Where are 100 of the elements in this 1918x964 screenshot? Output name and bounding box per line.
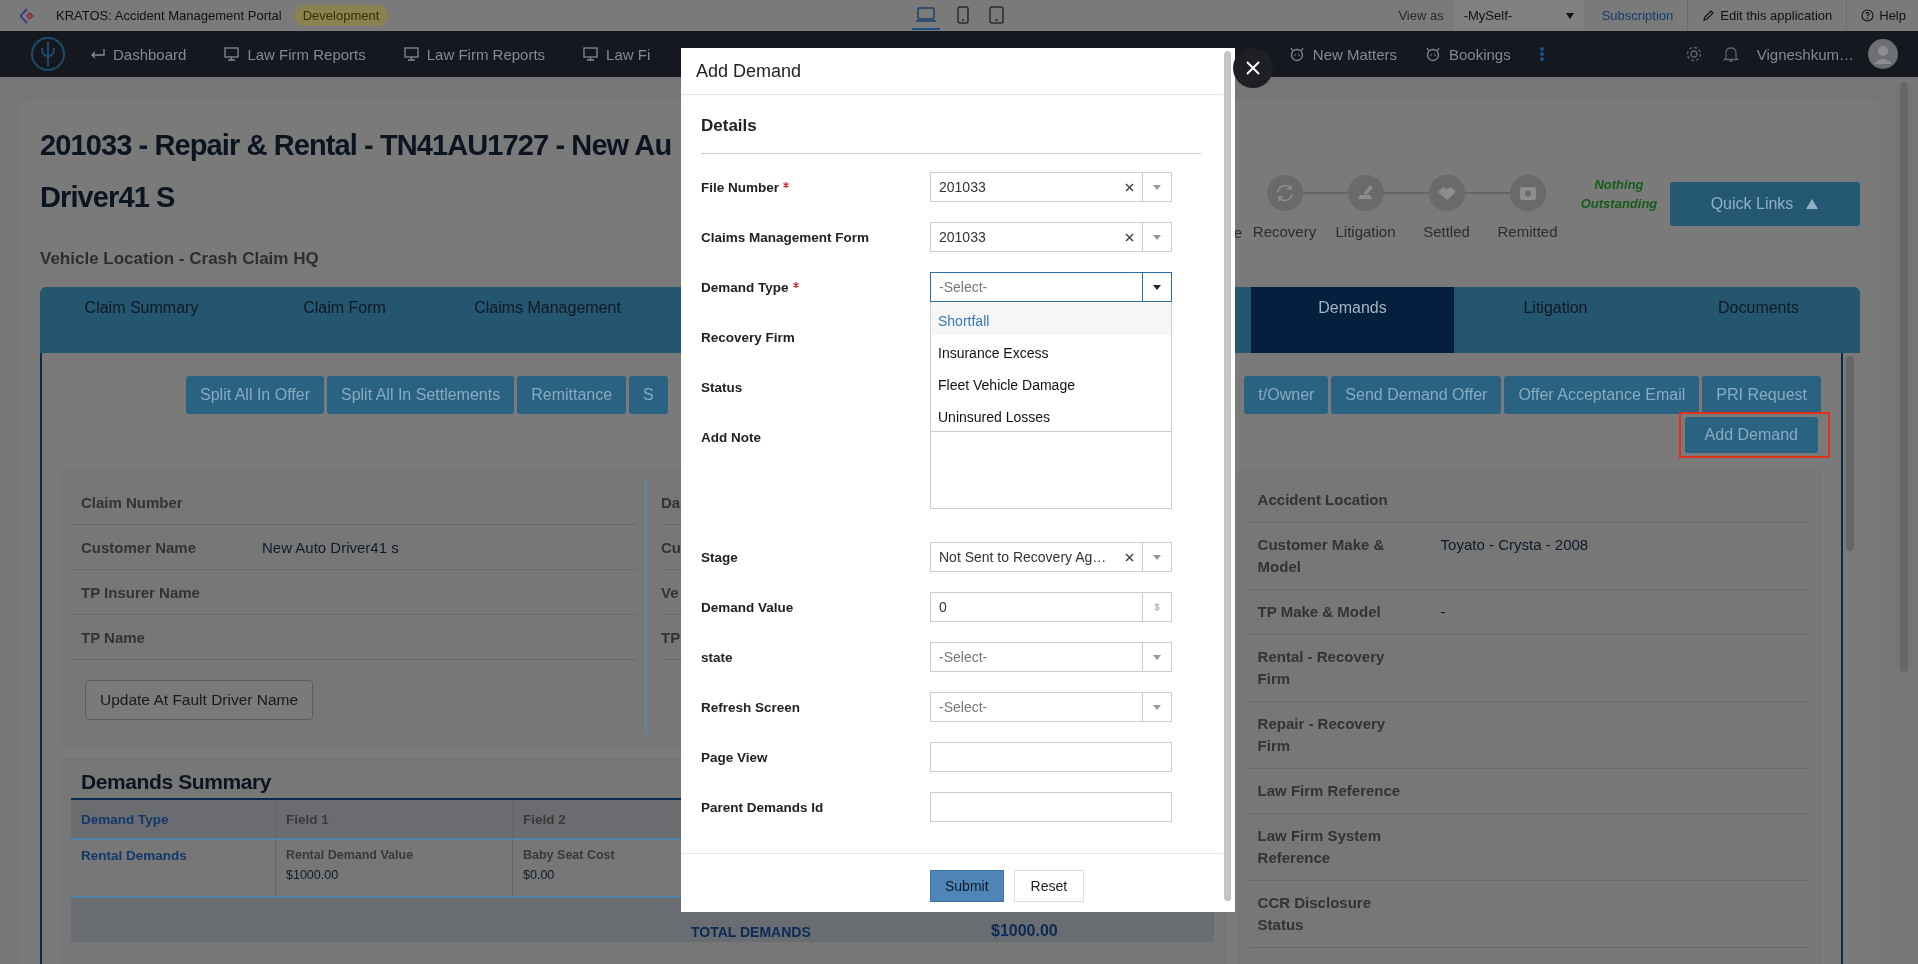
app-logo-icon[interactable] — [18, 6, 36, 25]
field-label: Rental - Recovery Firm — [1257, 647, 1386, 689]
user-name[interactable]: Vigneshkum… — [1756, 45, 1854, 63]
form-label: Demand Type — [701, 280, 789, 295]
field-label: Accident Location — [1257, 490, 1389, 510]
action-button[interactable]: t/Owner — [1244, 376, 1329, 414]
field-value: Toyato - Crysta - 2008 — [1440, 535, 1589, 555]
form-label: Claims Management Form — [701, 230, 870, 245]
field-name: Rental Demand Value — [286, 848, 415, 862]
claim-title: Driver41 S — [40, 180, 176, 215]
form-label: state — [701, 650, 733, 665]
help-link[interactable]: Help — [1847, 0, 1918, 31]
submit-button[interactable]: Submit — [930, 870, 1004, 902]
action-button[interactable]: Split All In Settlements — [327, 376, 515, 414]
face-icon — [1288, 46, 1305, 62]
nav-link[interactable]: New Matters — [1288, 45, 1397, 63]
notifications-bell-icon[interactable] — [1722, 45, 1739, 63]
monitor-icon — [224, 47, 240, 61]
vehicle-location: Vehicle Location - Crash Claim HQ — [40, 249, 320, 269]
caret-icon — [1153, 234, 1161, 240]
field-value: - — [1440, 602, 1446, 622]
action-button[interactable]: Remittance — [517, 376, 627, 414]
nav-link[interactable]: Dashboard — [90, 45, 187, 63]
settings-icon[interactable] — [1684, 45, 1703, 63]
amount-field[interactable]: 0 $ — [930, 592, 1172, 622]
app-title: KRATOS: Accident Management Portal — [56, 8, 282, 23]
select-field[interactable]: -Select- — [930, 642, 1172, 672]
scrollbar[interactable] — [1224, 51, 1231, 901]
add-demand-button[interactable]: Add Demand — [1684, 417, 1818, 453]
claim-title: 201033 - Repair & Rental - TN41AU1727 - New Au — [40, 128, 672, 163]
field-label: TP Name — [81, 628, 146, 646]
caret-icon — [1153, 284, 1161, 290]
user-avatar-icon[interactable] — [1868, 39, 1898, 69]
demands-summary-title: Demands Summary — [80, 770, 273, 794]
tab[interactable]: Demands — [1251, 287, 1454, 353]
dropdown-option[interactable]: Shortfall — [931, 303, 1171, 335]
select-field[interactable]: Not Sent to Recovery Ag… — [930, 542, 1172, 572]
brand-logo-icon[interactable] — [30, 36, 66, 72]
field-name: Baby Seat Cost — [523, 848, 616, 862]
more-menu-icon[interactable] — [1538, 46, 1545, 62]
phone-icon — [956, 5, 969, 24]
field-value: New Auto Driver41 s — [262, 538, 399, 556]
field-label: Ve — [661, 583, 680, 601]
clear-icon[interactable] — [1125, 552, 1134, 562]
total-value: $1000.00 — [991, 922, 1058, 940]
step-label: Settled — [1423, 223, 1470, 240]
reset-button[interactable]: Reset — [1013, 870, 1085, 902]
nav-link[interactable]: Law Firm Reports — [224, 45, 366, 63]
caret-icon — [1153, 184, 1161, 190]
select-field[interactable]: 201033 — [930, 172, 1172, 202]
action-button[interactable]: PRI Request — [1702, 376, 1821, 414]
dropdown-option[interactable]: Fleet Vehicle Damage — [931, 367, 1171, 399]
select-field[interactable]: -Select- — [930, 692, 1172, 722]
pencil-icon — [1702, 9, 1716, 22]
form-label: Add Note — [701, 430, 761, 445]
quick-links-button[interactable]: Quick Links — [1670, 182, 1860, 226]
field-label: Repair - Recovery Firm — [1257, 714, 1387, 756]
demand-type-cell[interactable]: Rental Demands — [71, 840, 275, 896]
caret-up-icon — [1805, 198, 1820, 210]
column-header: Demand Type — [80, 810, 170, 829]
return-arrow-icon — [90, 47, 105, 61]
field-amount: $1000.00 — [286, 868, 340, 882]
select-field[interactable]: 201033 — [930, 222, 1172, 252]
dropdown-option[interactable]: Insurance Excess — [931, 335, 1171, 367]
step-label: Litigation — [1335, 223, 1396, 240]
field-label: TP — [661, 628, 682, 646]
nav-link[interactable]: Law Fi — [583, 45, 651, 63]
field-amount: $0.00 — [523, 868, 556, 882]
section-heading: Details — [701, 109, 1201, 154]
action-button[interactable]: S — [629, 376, 668, 414]
field-label: TP Insurer Name — [81, 583, 201, 601]
field-label: Law Firm System Reference — [1257, 826, 1382, 868]
form-label: File Number — [701, 180, 779, 195]
field-label: CCR Disclosure Status — [1257, 893, 1372, 935]
form-label: Recovery Firm — [701, 330, 795, 345]
field-label: Customer Name — [81, 538, 198, 556]
caret-icon — [1153, 554, 1161, 560]
text-field[interactable] — [930, 792, 1172, 822]
help-icon — [1861, 9, 1875, 22]
text-field[interactable] — [930, 742, 1172, 772]
nav-link[interactable]: Law Firm Reports — [403, 45, 546, 63]
laptop-icon — [914, 6, 937, 23]
action-button[interactable]: Offer Acceptance Email — [1504, 376, 1700, 414]
form-label: Status — [701, 380, 743, 395]
action-button[interactable]: Split All In Offer — [186, 376, 324, 414]
clear-icon[interactable] — [1125, 232, 1134, 242]
step-label: Remitted — [1497, 223, 1558, 240]
required-asterisk-icon — [792, 282, 799, 288]
outstanding-status: Nothing Outstanding — [1579, 176, 1659, 213]
field-label: Law Firm Reference — [1257, 781, 1402, 801]
update-driver-button[interactable]: Update At Fault Driver Name — [85, 680, 314, 720]
total-label: TOTAL DEMANDS — [691, 924, 811, 940]
field-label: Da — [661, 493, 682, 511]
action-button[interactable]: Send Demand Offer — [1331, 376, 1502, 414]
nav-link[interactable]: Bookings — [1425, 45, 1511, 63]
view-as-select[interactable]: -MySelf- — [1453, 0, 1584, 31]
field-label: Cu — [661, 538, 682, 556]
dropdown-option[interactable]: Uninsured Losses — [931, 399, 1171, 431]
face-icon — [1425, 46, 1441, 62]
clear-icon[interactable] — [1125, 182, 1134, 192]
